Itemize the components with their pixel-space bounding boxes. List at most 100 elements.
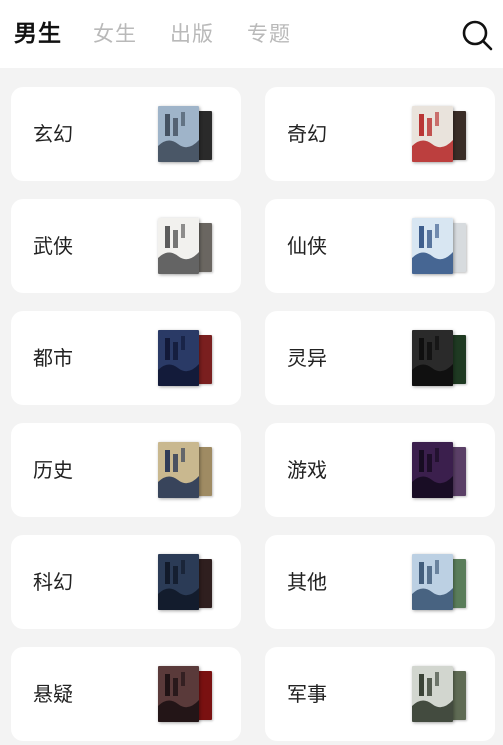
cover-title-stroke bbox=[435, 336, 439, 350]
cover-title-stroke bbox=[173, 454, 178, 472]
cover-stack bbox=[158, 218, 214, 275]
cover-art bbox=[412, 554, 453, 610]
category-card-xuanyi[interactable]: 悬疑 bbox=[11, 647, 241, 741]
cover-title-stroke bbox=[427, 678, 432, 696]
cover-title-stroke bbox=[435, 224, 439, 238]
top-tab-bar: 男生 女生 出版 专题 bbox=[0, 0, 503, 68]
cover-stack bbox=[158, 666, 214, 723]
book-cover-front bbox=[158, 554, 199, 610]
category-label: 仙侠 bbox=[287, 234, 327, 258]
cover-stack bbox=[158, 106, 214, 163]
cover-title-stroke bbox=[181, 448, 185, 462]
cover-title-stroke bbox=[165, 338, 170, 360]
cover-art bbox=[158, 218, 199, 274]
cover-art bbox=[158, 554, 199, 610]
category-card-kehuan[interactable]: 科幻 bbox=[11, 535, 241, 629]
category-card-xianxia[interactable]: 仙侠 bbox=[265, 199, 495, 293]
category-label: 游戏 bbox=[287, 458, 327, 482]
category-card-lingyi[interactable]: 灵异 bbox=[265, 311, 495, 405]
search-icon bbox=[462, 20, 493, 51]
category-label: 悬疑 bbox=[33, 682, 73, 706]
cover-art bbox=[412, 442, 453, 498]
category-label: 奇幻 bbox=[287, 122, 327, 146]
book-cover-front bbox=[158, 442, 199, 498]
cover-title-stroke bbox=[419, 562, 424, 584]
cover-art bbox=[412, 666, 453, 722]
tab-publish[interactable]: 出版 bbox=[170, 18, 214, 50]
category-label: 历史 bbox=[33, 458, 73, 482]
category-label: 科幻 bbox=[33, 570, 73, 594]
book-cover-front bbox=[412, 554, 453, 610]
cover-title-stroke bbox=[435, 672, 439, 686]
cover-art bbox=[412, 106, 453, 162]
cover-title-stroke bbox=[165, 114, 170, 136]
cover-title-stroke bbox=[165, 450, 170, 472]
category-card-xuanhuan[interactable]: 玄幻 bbox=[11, 87, 241, 181]
cover-title-stroke bbox=[173, 566, 178, 584]
category-card-wuxia[interactable]: 武侠 bbox=[11, 199, 241, 293]
book-cover-front bbox=[412, 330, 453, 386]
cover-title-stroke bbox=[181, 112, 185, 126]
cover-art bbox=[158, 330, 199, 386]
category-grid: 玄幻 奇幻 武侠 仙侠 都市 灵异 历史 游戏 科幻 其他 悬疑 军事 bbox=[0, 68, 503, 745]
cover-stack bbox=[412, 330, 468, 387]
tab-male[interactable]: 男生 bbox=[14, 18, 62, 50]
book-cover-front bbox=[412, 666, 453, 722]
category-label: 玄幻 bbox=[33, 122, 73, 146]
book-cover-front bbox=[158, 106, 199, 162]
cover-title-stroke bbox=[419, 226, 424, 248]
cover-art bbox=[412, 330, 453, 386]
book-cover-front bbox=[412, 106, 453, 162]
category-card-lishi[interactable]: 历史 bbox=[11, 423, 241, 517]
cover-stack bbox=[412, 554, 468, 611]
cover-title-stroke bbox=[181, 672, 185, 686]
book-cover-front bbox=[158, 666, 199, 722]
cover-title-stroke bbox=[427, 230, 432, 248]
cover-title-stroke bbox=[435, 112, 439, 126]
category-card-junshi[interactable]: 军事 bbox=[265, 647, 495, 741]
cover-stack bbox=[158, 554, 214, 611]
category-card-dushi[interactable]: 都市 bbox=[11, 311, 241, 405]
search-button[interactable] bbox=[460, 18, 494, 52]
category-card-qita[interactable]: 其他 bbox=[265, 535, 495, 629]
cover-art bbox=[158, 106, 199, 162]
book-cover-front bbox=[412, 218, 453, 274]
cover-title-stroke bbox=[165, 674, 170, 696]
cover-title-stroke bbox=[419, 338, 424, 360]
category-label: 灵异 bbox=[287, 346, 327, 370]
book-cover-front bbox=[412, 442, 453, 498]
tab-female[interactable]: 女生 bbox=[93, 18, 137, 50]
category-label: 武侠 bbox=[33, 234, 73, 258]
cover-title-stroke bbox=[181, 560, 185, 574]
cover-title-stroke bbox=[173, 342, 178, 360]
cover-title-stroke bbox=[419, 450, 424, 472]
cover-title-stroke bbox=[165, 562, 170, 584]
cover-title-stroke bbox=[181, 336, 185, 350]
cover-title-stroke bbox=[435, 560, 439, 574]
category-label: 其他 bbox=[287, 570, 327, 594]
cover-title-stroke bbox=[427, 342, 432, 360]
book-cover-front bbox=[158, 330, 199, 386]
cover-stack bbox=[412, 218, 468, 275]
cover-title-stroke bbox=[419, 114, 424, 136]
cover-stack bbox=[412, 442, 468, 499]
cover-art bbox=[412, 218, 453, 274]
cover-title-stroke bbox=[427, 118, 432, 136]
cover-title-stroke bbox=[427, 566, 432, 584]
cover-art bbox=[158, 442, 199, 498]
cover-stack bbox=[412, 666, 468, 723]
cover-title-stroke bbox=[435, 448, 439, 462]
cover-title-stroke bbox=[427, 454, 432, 472]
tab-topics[interactable]: 专题 bbox=[247, 18, 291, 50]
category-card-youxi[interactable]: 游戏 bbox=[265, 423, 495, 517]
cover-title-stroke bbox=[173, 678, 178, 696]
cover-title-stroke bbox=[165, 226, 170, 248]
cover-title-stroke bbox=[173, 230, 178, 248]
category-label: 军事 bbox=[287, 682, 327, 706]
category-label: 都市 bbox=[33, 346, 73, 370]
category-card-qihuan[interactable]: 奇幻 bbox=[265, 87, 495, 181]
cover-stack bbox=[412, 106, 468, 163]
cover-title-stroke bbox=[181, 224, 185, 238]
cover-title-stroke bbox=[419, 674, 424, 696]
book-cover-front bbox=[158, 218, 199, 274]
